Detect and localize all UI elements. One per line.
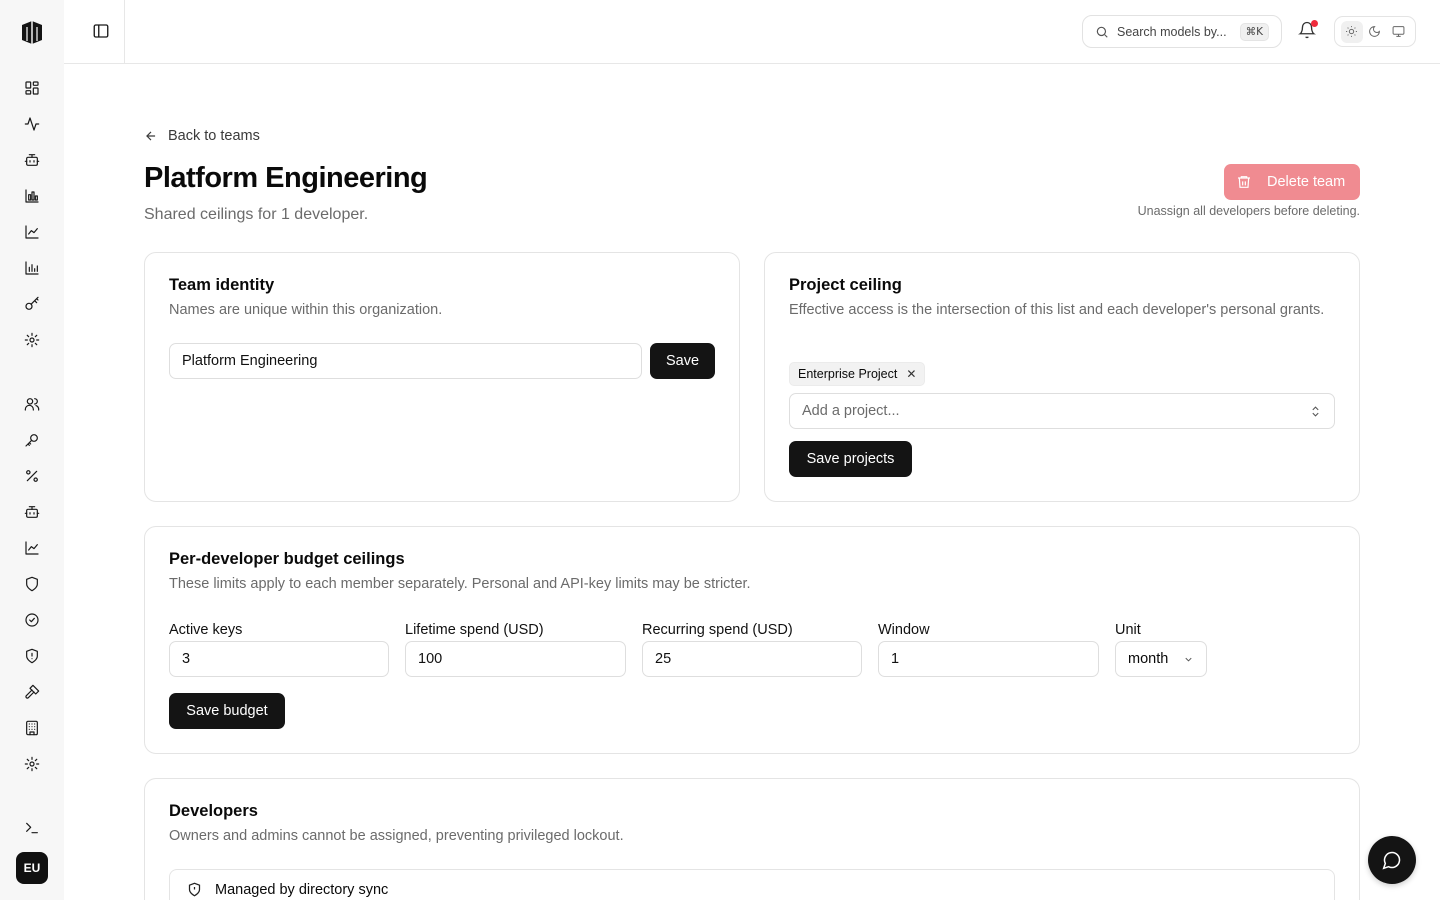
directory-sync-banner: Managed by directory sync <box>169 869 1335 900</box>
delete-team-label: Delete team <box>1267 174 1346 190</box>
team-identity-card: Team identity Names are unique within th… <box>144 252 740 502</box>
recurring-spend-input[interactable]: 25 <box>642 641 862 677</box>
message-circle-icon <box>1382 851 1401 870</box>
unit-select[interactable]: month <box>1115 641 1207 677</box>
project-chip: Enterprise Project ✕ <box>789 362 926 386</box>
search-input[interactable]: Search models by... ⌘K <box>1082 15 1282 48</box>
team-name-input[interactable]: Platform Engineering <box>169 343 642 379</box>
moon-icon <box>1369 26 1381 37</box>
dark-theme-button[interactable] <box>1364 21 1386 43</box>
project-chip-label: Enterprise Project <box>798 367 898 381</box>
arrow-left-icon <box>146 131 156 141</box>
delete-team-note: Unassign all developers before deleting. <box>1137 204 1360 218</box>
card-title: Developers <box>169 802 258 820</box>
bar-chart-icon[interactable] <box>20 184 44 208</box>
search-placeholder: Search models by... <box>1117 24 1227 39</box>
notifications-button[interactable] <box>1298 20 1320 43</box>
hammer-icon[interactable] <box>20 680 44 704</box>
system-theme-button[interactable] <box>1387 21 1409 43</box>
add-project-placeholder: Add a project... <box>802 403 900 419</box>
key-icon[interactable] <box>20 292 44 316</box>
percent-icon[interactable] <box>20 464 44 488</box>
card-description: These limits apply to each member separa… <box>169 576 751 592</box>
developers-card: Developers Owners and admins cannot be a… <box>144 778 1360 900</box>
sidebar-toggle-icon[interactable] <box>92 22 112 42</box>
key-round-icon[interactable] <box>20 428 44 452</box>
topbar-divider <box>124 0 125 64</box>
active-keys-input[interactable]: 3 <box>169 641 389 677</box>
card-title: Team identity <box>169 276 275 294</box>
sun-icon <box>1346 26 1358 37</box>
trash-icon <box>1238 176 1250 188</box>
search-shortcut: ⌘K <box>1239 22 1269 41</box>
notification-dot <box>1311 20 1318 27</box>
save-name-button[interactable]: Save <box>650 343 715 379</box>
chevron-up-down-icon <box>1312 405 1319 417</box>
activity-icon[interactable] <box>20 112 44 136</box>
dashboard-icon[interactable] <box>20 76 44 100</box>
lifetime-spend-label: Lifetime spend (USD) <box>405 622 544 638</box>
shield-icon[interactable] <box>20 572 44 596</box>
light-theme-button[interactable] <box>1340 20 1363 43</box>
trend-chart-icon[interactable] <box>20 536 44 560</box>
top-bar: Search models by... ⌘K <box>64 0 1440 64</box>
card-description: Names are unique within this organizatio… <box>169 302 443 318</box>
window-input[interactable]: 1 <box>878 641 1099 677</box>
page-subtitle: Shared ceilings for 1 developer. <box>144 206 369 223</box>
left-rail: EU <box>0 0 64 900</box>
building-icon[interactable] <box>20 716 44 740</box>
badge-check-icon[interactable] <box>20 608 44 632</box>
terminal-icon[interactable] <box>20 816 44 840</box>
unit-value: month <box>1128 651 1169 667</box>
card-title: Per-developer budget ceilings <box>169 550 405 568</box>
avatar[interactable]: EU <box>16 852 48 884</box>
settings-icon[interactable] <box>20 328 44 352</box>
app-logo[interactable] <box>18 18 46 46</box>
chat-button[interactable] <box>1368 836 1416 884</box>
card-description: Effective access is the intersection of … <box>789 302 1325 318</box>
page-title: Platform Engineering <box>144 162 428 194</box>
card-title: Project ceiling <box>789 276 902 294</box>
unit-label: Unit <box>1115 622 1141 638</box>
users-icon[interactable] <box>20 392 44 416</box>
bot-icon[interactable] <box>20 500 44 524</box>
column-chart-icon[interactable] <box>20 256 44 280</box>
bot-icon[interactable] <box>20 148 44 172</box>
delete-team-button[interactable]: Delete team <box>1224 164 1360 200</box>
settings-icon[interactable] <box>20 752 44 776</box>
shield-alert-icon <box>188 882 201 897</box>
recurring-spend-label: Recurring spend (USD) <box>642 622 793 638</box>
line-chart-icon[interactable] <box>20 220 44 244</box>
window-label: Window <box>878 622 930 638</box>
remove-chip-icon[interactable]: ✕ <box>906 367 916 381</box>
directory-sync-label: Managed by directory sync <box>215 881 389 898</box>
back-label: Back to teams <box>168 128 260 144</box>
theme-switcher <box>1334 16 1416 47</box>
shield-alert-icon[interactable] <box>20 644 44 668</box>
card-description: Owners and admins cannot be assigned, pr… <box>169 828 624 844</box>
search-icon <box>1096 26 1108 38</box>
lifetime-spend-input[interactable]: 100 <box>405 641 626 677</box>
active-keys-label: Active keys <box>169 622 243 638</box>
back-to-teams-link[interactable]: Back to teams <box>144 128 260 144</box>
project-ceiling-card: Project ceiling Effective access is the … <box>764 252 1360 502</box>
save-projects-button[interactable]: Save projects <box>789 441 912 477</box>
chevron-down-icon <box>1185 657 1192 662</box>
save-budget-button[interactable]: Save budget <box>169 693 285 729</box>
monitor-icon <box>1392 26 1405 37</box>
add-project-select[interactable]: Add a project... <box>789 393 1335 429</box>
budget-ceilings-card: Per-developer budget ceilings These limi… <box>144 526 1360 754</box>
